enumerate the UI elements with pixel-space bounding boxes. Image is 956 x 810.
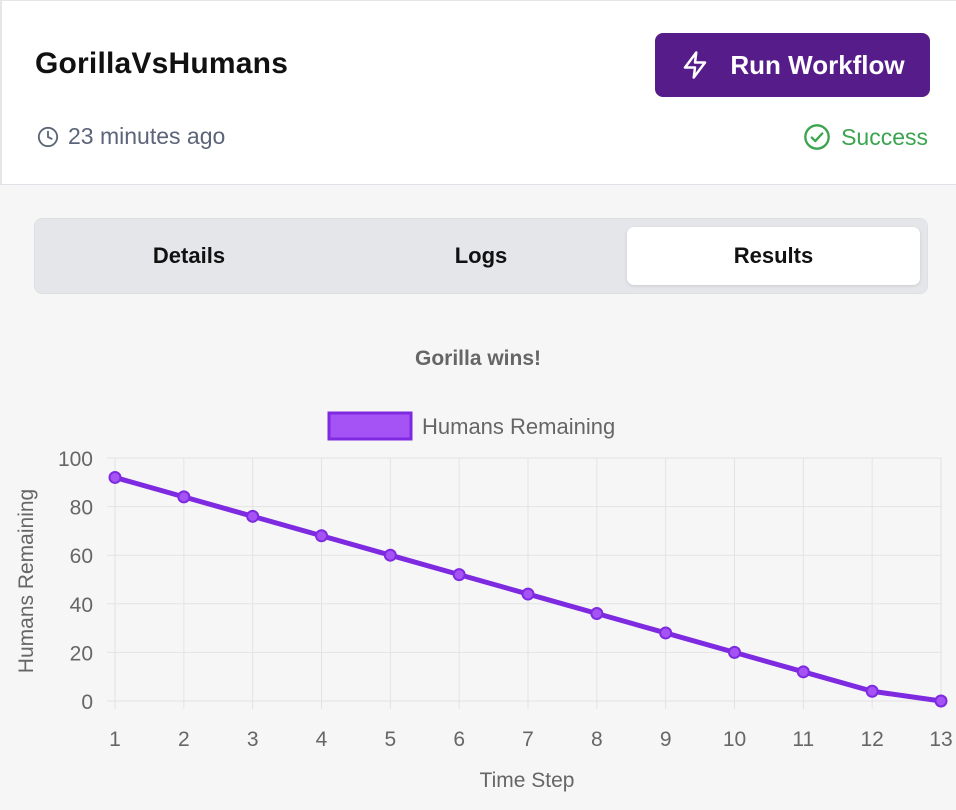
- y-tick-label: 100: [58, 448, 93, 471]
- status-text: Success: [841, 123, 928, 150]
- x-tick-label: 11: [792, 728, 814, 751]
- tab-results[interactable]: Results: [627, 227, 920, 285]
- data-point: [796, 665, 810, 679]
- y-axis-title: Humans Remaining: [15, 489, 38, 673]
- x-tick-label: 4: [316, 728, 328, 751]
- legend-swatch: [327, 411, 413, 441]
- workflow-title: GorillaVsHumans: [35, 47, 289, 80]
- x-tick-label: 2: [178, 728, 190, 751]
- data-point: [108, 470, 122, 484]
- legend-label: Humans Remaining: [422, 414, 615, 439]
- x-tick-label: 10: [723, 728, 746, 751]
- status-badge: Success: [803, 123, 928, 151]
- data-point: [659, 626, 673, 640]
- data-point: [246, 509, 260, 523]
- results-chart: Gorilla wins! 0 20 40 60 80 100 1 2 3 4 5 6 7 8 9 10 11 1…: [0, 300, 956, 810]
- x-tick-label: 6: [453, 728, 465, 751]
- run-workflow-button[interactable]: Run Workflow: [655, 33, 930, 97]
- workflow-header: GorillaVsHumans Run Workflow 23 minutes …: [0, 0, 956, 185]
- timestamp-text: 23 minutes ago: [68, 123, 226, 149]
- y-tick-label: 80: [70, 497, 93, 520]
- data-point: [865, 684, 879, 698]
- data-point: [452, 568, 466, 582]
- x-tick-label: 5: [384, 728, 396, 751]
- x-tick-label: 1: [109, 728, 121, 751]
- data-point: [728, 645, 741, 659]
- data-point: [383, 548, 397, 562]
- x-tick-label: 12: [860, 728, 883, 751]
- run-timestamp: 23 minutes ago: [37, 123, 225, 150]
- line-chart-svg: 0204060801001 2 3 4 5 6 7 8 9 10 11 12 13Time StepHu…: [15, 411, 953, 792]
- data-point: [521, 587, 535, 601]
- data-point: [934, 694, 948, 708]
- tab-bar: Details Logs Results: [34, 218, 928, 294]
- y-tick-label: 20: [70, 642, 93, 665]
- tab-logs[interactable]: Logs: [335, 227, 627, 285]
- data-point: [315, 529, 328, 543]
- x-tick-label: 8: [591, 728, 603, 751]
- lightning-bolt-icon: [684, 51, 707, 79]
- y-tick-label: 0: [81, 691, 93, 714]
- x-tick-label: 13: [929, 728, 952, 751]
- x-tick-label: 7: [522, 728, 534, 751]
- x-axis-title: Time Step: [480, 769, 575, 792]
- workflow-run-page: GorillaVsHumans Run Workflow 23 minutes …: [0, 0, 956, 810]
- y-tick-label: 60: [70, 545, 93, 568]
- tab-details[interactable]: Details: [43, 227, 335, 285]
- x-tick-label: 9: [660, 728, 672, 751]
- x-tick-label: 3: [247, 728, 259, 751]
- run-workflow-label: Run Workflow: [730, 49, 905, 80]
- data-point: [590, 607, 604, 621]
- data-point: [177, 490, 191, 504]
- check-circle-icon: [804, 124, 830, 150]
- y-tick-label: 40: [70, 594, 93, 617]
- clock-icon: [37, 126, 59, 147]
